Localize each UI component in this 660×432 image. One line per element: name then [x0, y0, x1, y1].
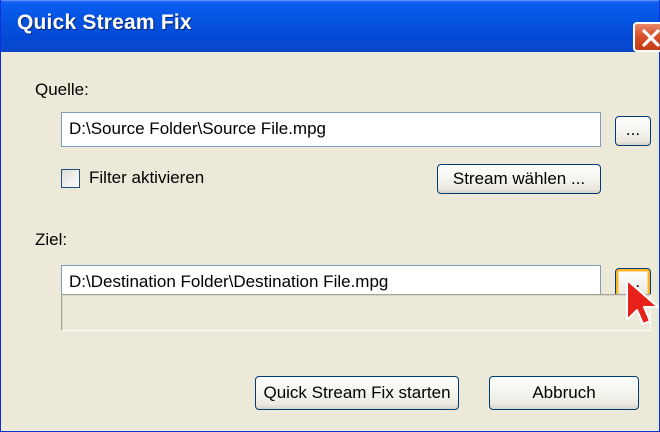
source-label: Quelle: [35, 80, 89, 99]
filter-label[interactable]: Filter aktivieren [89, 168, 204, 188]
progress-bar [61, 294, 651, 331]
start-button-label: Quick Stream Fix starten [263, 383, 451, 402]
select-stream-button[interactable]: Stream wählen ... [437, 164, 601, 194]
cancel-button[interactable]: Abbruch [489, 376, 639, 410]
close-icon [642, 29, 660, 47]
select-stream-label: Stream wählen ... [452, 169, 586, 188]
cancel-button-label: Abbruch [532, 383, 596, 402]
source-browse-button[interactable]: ... [615, 116, 651, 146]
destination-label: Ziel: [35, 230, 68, 249]
source-path-input[interactable]: D:\Source Folder\Source File.mpg [61, 112, 601, 147]
mouse-pointer-icon [626, 279, 659, 325]
close-button[interactable] [633, 22, 660, 52]
title-bar: Quick Stream Fix [1, 0, 659, 52]
filter-checkbox[interactable] [61, 169, 80, 188]
source-browse-label: ... [625, 120, 641, 139]
start-button[interactable]: Quick Stream Fix starten [255, 376, 459, 410]
dialog-window: Quick Stream Fix Quelle: D:\Source Folde… [0, 0, 660, 432]
window-title: Quick Stream Fix [17, 11, 192, 34]
